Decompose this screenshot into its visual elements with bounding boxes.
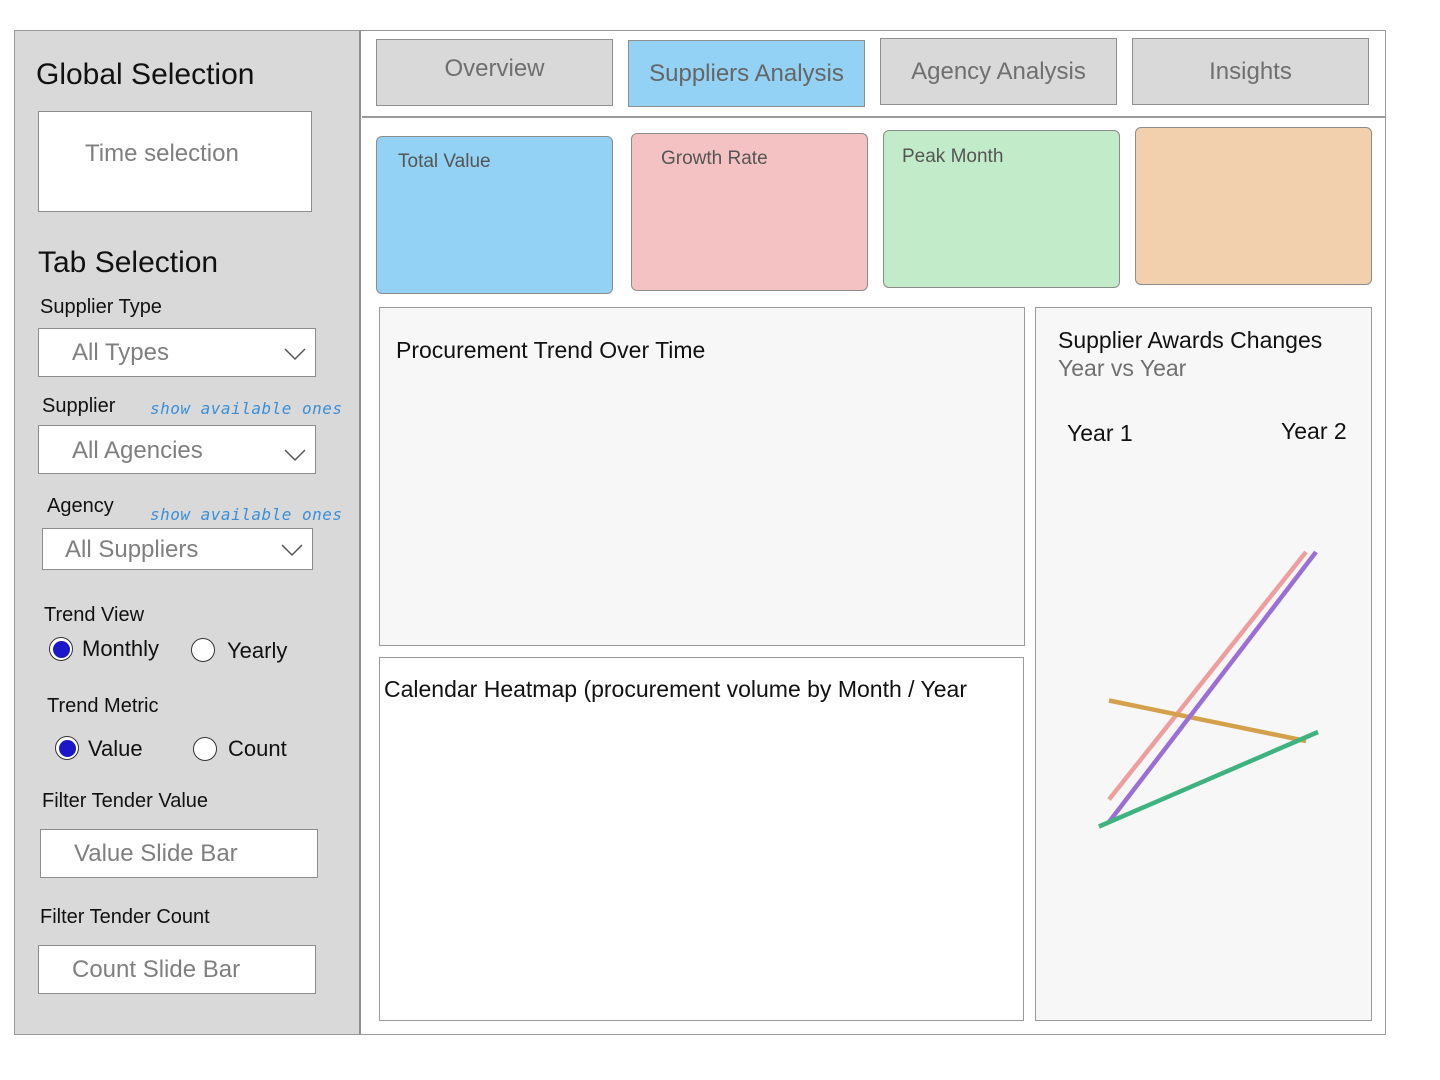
kpi-label: Peak Month	[902, 146, 1004, 167]
count-slide-bar-placeholder: Count Slide Bar	[72, 956, 241, 983]
supplier-value: All Agencies	[72, 437, 203, 464]
tab-suppliers-analysis-label: Suppliers Analysis	[649, 59, 844, 87]
slope-line-1	[1107, 550, 1308, 801]
agency-show-available-link[interactable]: show available ones	[150, 505, 343, 524]
calendar-heatmap-panel: Calendar Heatmap (procurement volume by …	[379, 657, 1024, 1021]
filter-tender-count-label: Filter Tender Count	[40, 906, 210, 928]
procurement-trend-title: Procurement Trend Over Time	[396, 337, 706, 363]
global-selection-title: Global Selection	[36, 58, 255, 91]
kpi-card-total-value: Total Value	[376, 136, 613, 294]
tab-selection-title: Tab Selection	[38, 246, 219, 279]
supplier-type-label: Supplier Type	[40, 296, 162, 318]
trend-view-monthly-radio[interactable]	[49, 637, 73, 661]
slope-line-2	[1108, 698, 1307, 744]
trend-metric-label: Trend Metric	[47, 695, 159, 717]
kpi-label: Total Value	[398, 151, 491, 172]
supplier-show-available-link[interactable]: show available ones	[150, 399, 343, 418]
tab-agency-analysis[interactable]: Agency Analysis	[880, 38, 1117, 105]
trend-metric-count-radio[interactable]	[193, 737, 217, 761]
agency-label: Agency	[47, 495, 114, 517]
supplier-type-dropdown[interactable]: All Types	[38, 328, 316, 377]
time-selection-label: Time selection	[85, 140, 239, 167]
trend-metric-count-label: Count	[228, 736, 287, 761]
value-slide-bar[interactable]: Value Slide Bar	[40, 829, 318, 878]
calendar-heatmap-title: Calendar Heatmap (procurement volume by …	[384, 676, 967, 702]
tab-suppliers-analysis[interactable]: Suppliers Analysis	[628, 40, 865, 107]
agency-value: All Suppliers	[65, 536, 199, 563]
supplier-label: Supplier	[42, 395, 116, 417]
supplier-awards-panel: Supplier Awards Changes Year vs Year Yea…	[1035, 307, 1372, 1021]
filter-tender-value-label: Filter Tender Value	[42, 790, 209, 812]
kpi-card-blank	[1135, 127, 1372, 285]
kpi-card-growth-rate: Growth Rate	[631, 133, 868, 291]
kpi-card-peak-month: Peak Month	[883, 130, 1120, 288]
trend-view-label: Trend View	[44, 604, 145, 626]
trend-view-yearly-label: Yearly	[227, 638, 288, 663]
value-slide-bar-placeholder: Value Slide Bar	[74, 840, 238, 867]
procurement-trend-panel: Procurement Trend Over Time	[379, 307, 1025, 646]
supplier-dropdown[interactable]: All Agencies	[38, 425, 316, 474]
time-selection-box[interactable]: Time selection	[38, 111, 312, 212]
tab-overview-label: Overview	[444, 55, 545, 82]
trend-view-yearly-radio[interactable]	[191, 638, 215, 662]
tab-insights-label: Insights	[1209, 57, 1292, 85]
trend-view-monthly-label: Monthly	[82, 636, 160, 661]
agency-dropdown[interactable]: All Suppliers	[42, 528, 313, 570]
tab-insights[interactable]: Insights	[1132, 38, 1369, 105]
kpi-label: Growth Rate	[661, 148, 768, 169]
tab-overview[interactable]: Overview	[376, 39, 613, 106]
supplier-type-value: All Types	[72, 339, 169, 366]
slope-chart	[1098, 550, 1319, 829]
trend-metric-value-radio[interactable]	[55, 736, 79, 760]
slope-line-4	[1098, 729, 1319, 829]
count-slide-bar[interactable]: Count Slide Bar	[38, 945, 316, 994]
chevron-down-icon	[284, 348, 306, 361]
tabbar-divider	[362, 116, 1386, 118]
tab-agency-analysis-label: Agency Analysis	[911, 57, 1086, 85]
slope-line-3	[1107, 550, 1318, 824]
chevron-down-icon	[284, 449, 306, 462]
trend-metric-value-label: Value	[88, 736, 143, 761]
chevron-down-icon	[281, 544, 303, 557]
